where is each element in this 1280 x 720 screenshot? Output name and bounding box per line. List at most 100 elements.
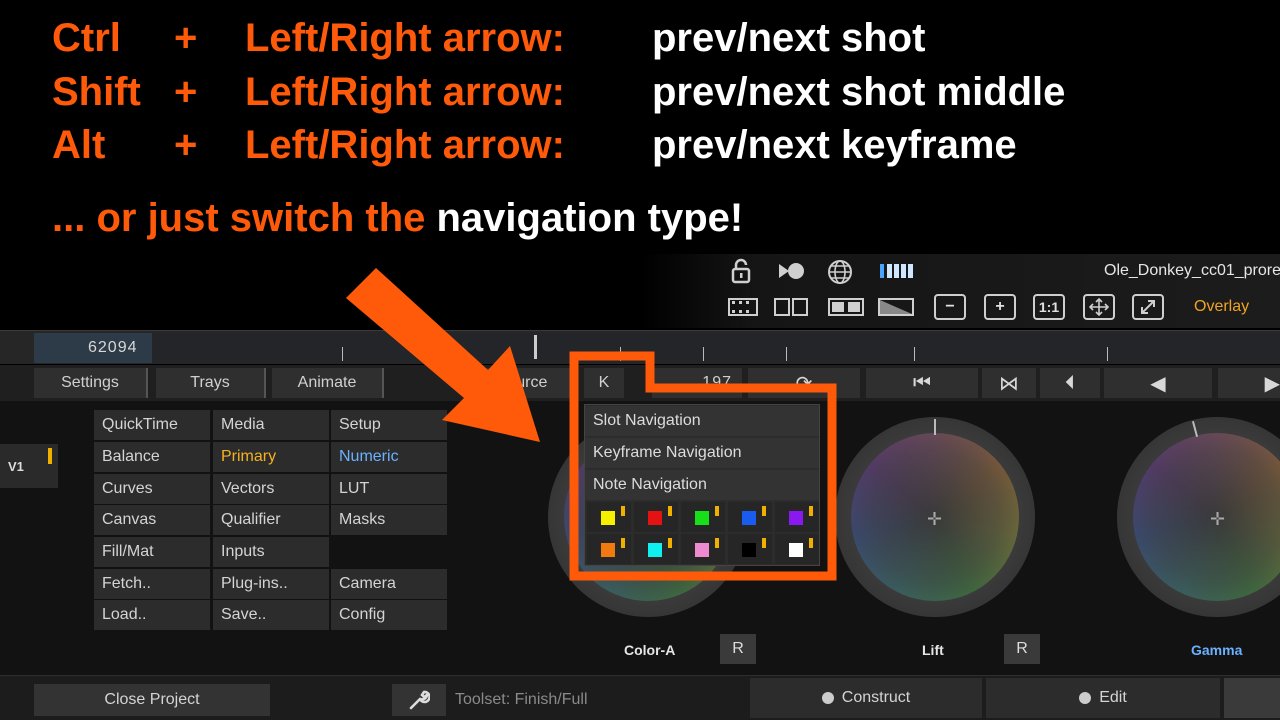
compare-icon[interactable]: [828, 298, 864, 316]
one-to-one-button[interactable]: 1:1: [1033, 294, 1065, 320]
k-button[interactable]: K: [584, 368, 624, 398]
note-color-swatch-button[interactable]: [587, 534, 631, 564]
close-project-button[interactable]: Close Project: [34, 684, 270, 716]
color-a-reset-button[interactable]: R: [720, 634, 756, 664]
fit-icon: [1089, 298, 1109, 316]
zoom-out-button[interactable]: −: [934, 294, 966, 320]
first-frame-icon: ⏮: [913, 371, 931, 394]
pointer-arrow-icon: [346, 268, 540, 442]
menu-plug-ins[interactable]: Plug-ins..: [213, 569, 329, 599]
play-forward-button[interactable]: ▶: [1218, 368, 1280, 398]
play-backward-button[interactable]: ◀: [1104, 368, 1212, 398]
fullscreen-icon: [1141, 300, 1155, 314]
ruler-tick: [1107, 347, 1108, 361]
lift-reset-button[interactable]: R: [1004, 634, 1040, 664]
color-swatch: [601, 511, 615, 525]
note-navigation-item[interactable]: Note Navigation: [585, 470, 819, 500]
swatch-marker: [715, 506, 719, 516]
timeline-ruler: [152, 333, 1280, 363]
menu-lut[interactable]: LUT: [331, 474, 447, 504]
bottom-bar: Close Project Toolset: Finish/Full Const…: [0, 675, 1280, 720]
plus-sign: +: [174, 16, 198, 60]
bowtie-button[interactable]: ⋈: [982, 368, 1036, 398]
modifier-key: Alt: [52, 123, 106, 167]
right-panel-button[interactable]: [1224, 678, 1280, 718]
arrow-keys: Left/Right arrow:: [245, 70, 565, 114]
viewer-toolbar: Ole_Donkey_cc01_prore − + 1:1 Overlay: [640, 254, 1280, 328]
color-swatch: [742, 543, 756, 557]
note-color-swatch-button[interactable]: [587, 502, 631, 532]
construct-label: Construct: [841, 689, 911, 706]
menu-curves[interactable]: Curves: [94, 474, 210, 504]
current-frame: 62094: [88, 339, 138, 356]
note-color-swatch-button[interactable]: [775, 502, 819, 532]
globe-icon[interactable]: [827, 259, 853, 285]
lift-handle[interactable]: [934, 419, 936, 435]
trays-tab[interactable]: Trays: [156, 368, 266, 398]
swatch-marker: [809, 538, 813, 548]
menu-fill-mat[interactable]: Fill/Mat: [94, 537, 210, 567]
menu-quicktime[interactable]: QuickTime: [94, 410, 210, 440]
filmstrip-icon[interactable]: [728, 298, 758, 316]
menu-save[interactable]: Save..: [213, 600, 329, 630]
level-bars-icon[interactable]: [880, 264, 914, 278]
menu-vectors[interactable]: Vectors: [213, 474, 329, 504]
loop-icon: ⟳: [795, 372, 813, 395]
toolset-label: Toolset: Finish/Full: [455, 691, 588, 708]
menu-camera[interactable]: Camera: [331, 569, 447, 599]
prev-edit-icon: ⏴: [1065, 371, 1075, 394]
fit-button[interactable]: [1083, 294, 1115, 320]
prev-edit-button[interactable]: ⏴: [1040, 368, 1100, 398]
overlay-label[interactable]: Overlay: [1194, 298, 1249, 316]
menu-masks[interactable]: Masks: [331, 505, 447, 535]
color-swatch: [648, 511, 662, 525]
color-swatch: [695, 511, 709, 525]
bowtie-icon: ⋈: [999, 372, 1019, 395]
menu-inputs[interactable]: Inputs: [213, 537, 329, 567]
loop-button[interactable]: ⟳: [748, 368, 860, 398]
keyframe-navigation-item[interactable]: Keyframe Navigation: [585, 438, 819, 468]
menu-fetch[interactable]: Fetch..: [94, 569, 210, 599]
frame-field[interactable]: 197: [652, 368, 742, 398]
menu-balance[interactable]: Balance: [94, 442, 210, 472]
toolset-button[interactable]: [392, 684, 446, 716]
note-color-swatch-button[interactable]: [775, 534, 819, 564]
note-color-swatch-button[interactable]: [681, 534, 725, 564]
wipe-icon[interactable]: [878, 298, 914, 316]
edit-button[interactable]: Edit: [986, 678, 1220, 718]
timeline[interactable]: 62094: [0, 330, 1280, 364]
track-v1[interactable]: V1: [0, 444, 58, 488]
settings-tab[interactable]: Settings: [34, 368, 148, 398]
ruler-tick: [703, 347, 704, 361]
construct-button[interactable]: Construct: [750, 678, 982, 718]
zoom-in-button[interactable]: +: [984, 294, 1016, 320]
play-backward-icon: ◀: [1150, 372, 1166, 395]
gamma-crosshair-icon: ✛: [1210, 509, 1226, 529]
split-icon[interactable]: [774, 298, 808, 316]
lock-icon[interactable]: [730, 258, 752, 284]
menu-canvas[interactable]: Canvas: [94, 505, 210, 535]
first-frame-button[interactable]: ⏮: [866, 368, 978, 398]
record-icon[interactable]: [776, 262, 806, 280]
tagline-suffix: navigation type!: [436, 196, 744, 240]
ruler-tick: [914, 347, 915, 361]
menu-load[interactable]: Load..: [94, 600, 210, 630]
note-color-swatch-button[interactable]: [728, 502, 772, 532]
play-forward-icon: ▶: [1264, 372, 1280, 395]
edit-label: Edit: [1099, 689, 1127, 706]
color-swatch: [789, 511, 803, 525]
menu-qualifier[interactable]: Qualifier: [213, 505, 329, 535]
clip-name: Ole_Donkey_cc01_prore: [1104, 262, 1280, 279]
slot-navigation-item[interactable]: Slot Navigation: [585, 406, 819, 436]
track-marker: [48, 448, 52, 464]
swatch-marker: [762, 506, 766, 516]
note-color-swatch-button[interactable]: [681, 502, 725, 532]
menu-media[interactable]: Media: [213, 410, 329, 440]
menu-config[interactable]: Config: [331, 600, 447, 630]
fullscreen-button[interactable]: [1132, 294, 1164, 320]
note-color-swatch-button[interactable]: [634, 502, 678, 532]
note-color-swatch-button[interactable]: [634, 534, 678, 564]
menu-primary[interactable]: Primary: [213, 442, 329, 472]
note-color-swatch-button[interactable]: [728, 534, 772, 564]
gamma-label: Gamma: [1191, 642, 1243, 658]
